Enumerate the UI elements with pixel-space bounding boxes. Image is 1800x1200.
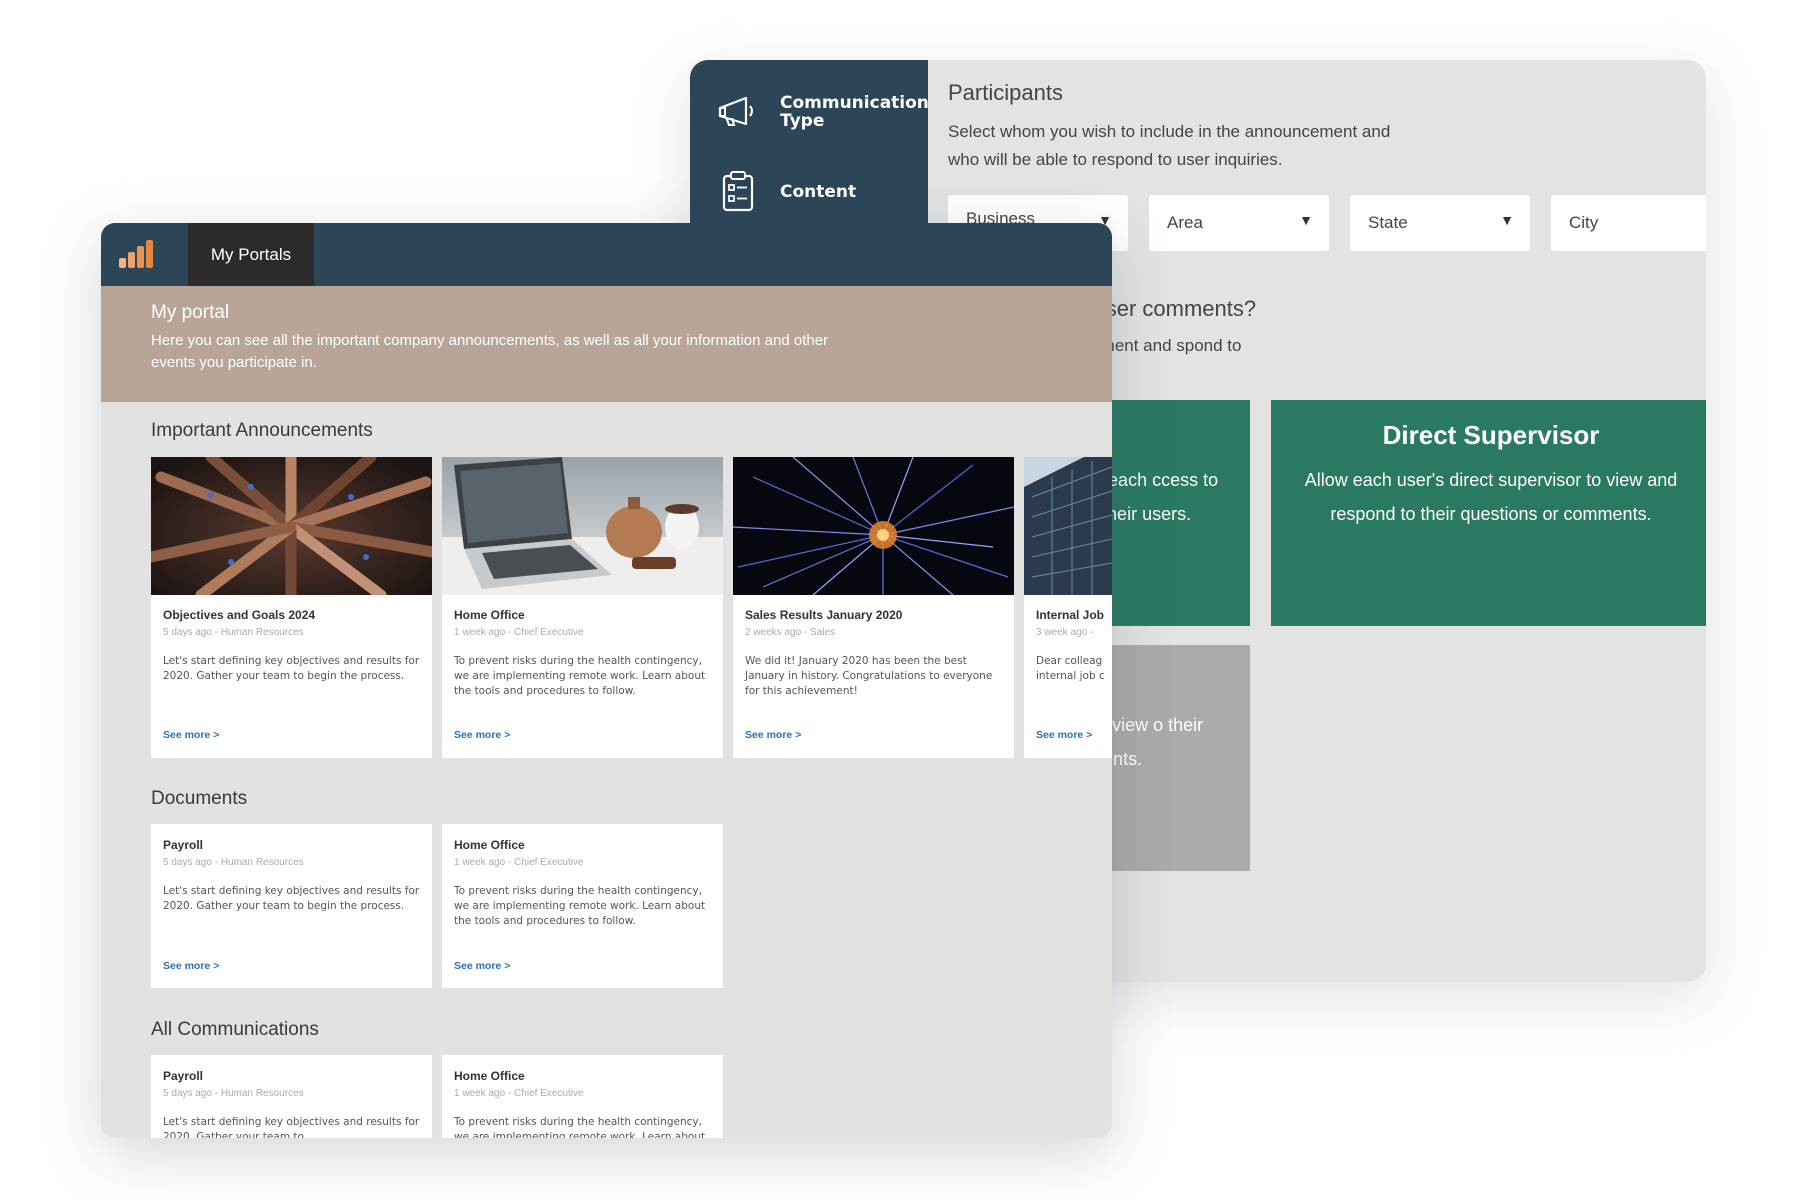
participants-description: Select whom you wish to include in the a… (948, 122, 1391, 169)
card-title: Home Office (454, 1069, 525, 1083)
card-title: Payroll (163, 1069, 204, 1083)
fireworks-photo (733, 457, 1014, 595)
card-title: Sales Results January 2020 (745, 608, 903, 622)
hands-together-photo (151, 457, 432, 595)
card-meta: 1 week ago - Chief Executive (454, 857, 584, 868)
state-dropdown[interactable]: State ▼ (1350, 195, 1530, 251)
card-body: Payroll 5 days ago - Human Resources Let… (163, 838, 422, 914)
laptop-kettle-photo (442, 457, 723, 595)
card-meta: 1 week ago - Chief Executive (454, 627, 584, 638)
card-text: To prevent risks during the health conti… (454, 655, 706, 697)
card-meta: 2 weeks ago - Sales (745, 627, 836, 638)
portal-title: My portal (151, 302, 230, 323)
card-body: Home Office 1 week ago - Chief Executive… (454, 1069, 713, 1138)
see-more-link[interactable]: See more > (163, 960, 219, 972)
section-title-communications: All Communications (151, 1019, 319, 1040)
card-body: Home Office 1 week ago - Chief Executive… (454, 608, 713, 699)
see-more-link[interactable]: See more > (454, 960, 510, 972)
tile-direct-supervisor[interactable]: Direct Supervisor Allow each user's dire… (1271, 400, 1706, 626)
card-meta: 5 days ago - Human Resources (163, 627, 304, 638)
portal-banner: My portal Here you can see all the impor… (101, 286, 1112, 402)
card-text: To prevent risks during the health conti… (454, 885, 706, 927)
card-body: Internal Job 3 week ago - Dear colleag i… (1036, 608, 1112, 684)
sidebar-item-communication-type[interactable]: Communication Type (714, 88, 930, 136)
announcement-card[interactable]: Sales Results January 2020 2 weeks ago -… (733, 457, 1014, 758)
card-body: Objectives and Goals 2024 5 days ago - H… (163, 608, 422, 684)
section-title-announcements: Important Announcements (151, 420, 373, 441)
card-body: Payroll 5 days ago - Human Resources Let… (163, 1069, 422, 1138)
participants-title: Participants (948, 80, 1063, 105)
office-building-photo (1024, 457, 1112, 595)
dropdown-arrow-icon: ▼ (1299, 212, 1313, 228)
card-title: Home Office (454, 608, 525, 622)
logo-icon (119, 240, 153, 268)
city-dropdown[interactable]: City ▼ (1551, 195, 1706, 251)
top-bar: My Portals (101, 223, 1112, 286)
sidebar-item-label: Content (780, 182, 857, 202)
card-meta: 1 week ago - Chief Executive (454, 1088, 584, 1099)
document-card[interactable]: Home Office 1 week ago - Chief Executive… (442, 824, 723, 988)
card-meta: 5 days ago - Human Resources (163, 857, 304, 868)
card-text: Let's start defining key objectives and … (163, 1116, 420, 1138)
section-title-documents: Documents (151, 788, 248, 809)
clipboard-icon (714, 168, 762, 216)
see-more-link[interactable]: See more > (1036, 729, 1092, 741)
card-meta: 3 week ago - (1036, 627, 1094, 638)
card-text: Let's start defining key objectives and … (163, 655, 420, 682)
tab-my-portals[interactable]: My Portals (188, 223, 314, 286)
communication-card[interactable]: Home Office 1 week ago - Chief Executive… (442, 1055, 723, 1138)
area-dropdown[interactable]: Area ▼ (1149, 195, 1329, 251)
see-more-link[interactable]: See more > (454, 729, 510, 741)
announcement-card[interactable]: Home Office 1 week ago - Chief Executive… (442, 457, 723, 758)
portal-description: Here you can see all the important compa… (151, 332, 829, 371)
sidebar-item-label: Communication Type (780, 93, 929, 131)
card-text: We did it! January 2020 has been the bes… (745, 655, 993, 697)
card-text: Let's start defining key objectives and … (163, 885, 420, 912)
card-title: Payroll (163, 838, 204, 852)
card-body: Sales Results January 2020 2 weeks ago -… (745, 608, 1004, 699)
document-card[interactable]: Payroll 5 days ago - Human Resources Let… (151, 824, 432, 988)
see-more-link[interactable]: See more > (745, 729, 801, 741)
card-text: To prevent risks during the health conti… (454, 1116, 706, 1138)
card-title: Home Office (454, 838, 525, 852)
card-text: Dear colleag internal job c (1036, 655, 1105, 682)
card-title: Objectives and Goals 2024 (163, 608, 316, 622)
announcement-card[interactable]: Objectives and Goals 2024 5 days ago - H… (151, 457, 432, 758)
my-portal-window: My Portals My portal Here you can see al… (101, 223, 1112, 1138)
sidebar-item-content[interactable]: Content (714, 168, 930, 216)
card-meta: 5 days ago - Human Resources (163, 1088, 304, 1099)
announcement-card[interactable]: Internal Job 3 week ago - Dear colleag i… (1024, 457, 1112, 758)
see-more-link[interactable]: See more > (163, 729, 219, 741)
card-title: Internal Job (1036, 608, 1105, 622)
megaphone-icon (714, 88, 762, 136)
dropdown-arrow-icon: ▼ (1500, 212, 1514, 228)
card-body: Home Office 1 week ago - Chief Executive… (454, 838, 713, 929)
communication-card[interactable]: Payroll 5 days ago - Human Resources Let… (151, 1055, 432, 1138)
